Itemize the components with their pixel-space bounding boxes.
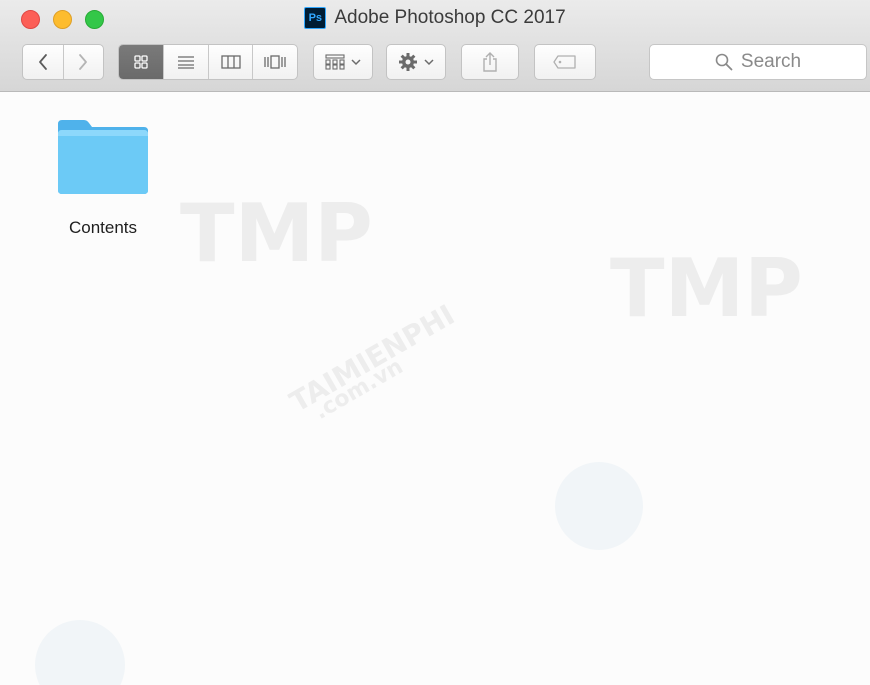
photoshop-app-icon: Ps xyxy=(304,7,327,29)
watermark-text: TAIMIENPHI xyxy=(284,298,461,419)
back-button[interactable] xyxy=(23,45,63,79)
icon-view-icon xyxy=(134,55,148,69)
chevron-down-icon xyxy=(424,59,434,66)
watermark-text: TMP xyxy=(180,187,373,280)
window-title-text: Adobe Photoshop CC 2017 xyxy=(334,7,566,28)
chevron-right-icon xyxy=(79,54,88,70)
list-view-button[interactable] xyxy=(163,45,208,79)
column-view-icon xyxy=(221,55,241,69)
search-placeholder: Search xyxy=(740,51,802,72)
watermark-logo xyxy=(35,620,125,685)
file-item-contents[interactable]: Contents xyxy=(48,118,158,238)
cover-flow-icon xyxy=(264,55,286,69)
list-view-icon xyxy=(178,56,195,69)
navigation-buttons xyxy=(22,44,104,80)
watermark-text: TMP xyxy=(610,242,803,335)
watermark-logo xyxy=(555,462,643,550)
finder-window: Ps Adobe Photoshop CC 2017 Search TMP TM… xyxy=(0,0,870,685)
share-button[interactable] xyxy=(461,44,519,80)
share-icon xyxy=(483,52,497,72)
icon-view-button[interactable] xyxy=(119,45,164,79)
title-bar[interactable]: Ps Adobe Photoshop CC 2017 Search xyxy=(0,0,870,92)
file-item-label: Contents xyxy=(68,218,138,237)
chevron-left-icon xyxy=(39,54,47,70)
search-field[interactable]: Search xyxy=(649,44,867,80)
chevron-down-icon xyxy=(351,59,361,66)
tag-icon xyxy=(553,55,576,69)
window-title: Ps Adobe Photoshop CC 2017 xyxy=(0,7,870,29)
gear-icon xyxy=(399,53,417,71)
group-grid-icon xyxy=(325,54,345,70)
cover-flow-button[interactable] xyxy=(252,45,297,79)
arrange-button[interactable] xyxy=(313,44,373,80)
column-view-button[interactable] xyxy=(207,45,253,79)
folder-icon xyxy=(54,118,152,196)
magnifier-icon xyxy=(715,53,733,71)
watermark-text: .com.vn xyxy=(310,354,408,425)
forward-button[interactable] xyxy=(62,45,103,79)
action-button[interactable] xyxy=(386,44,446,80)
view-mode-control xyxy=(118,44,298,80)
tags-button[interactable] xyxy=(534,44,596,80)
